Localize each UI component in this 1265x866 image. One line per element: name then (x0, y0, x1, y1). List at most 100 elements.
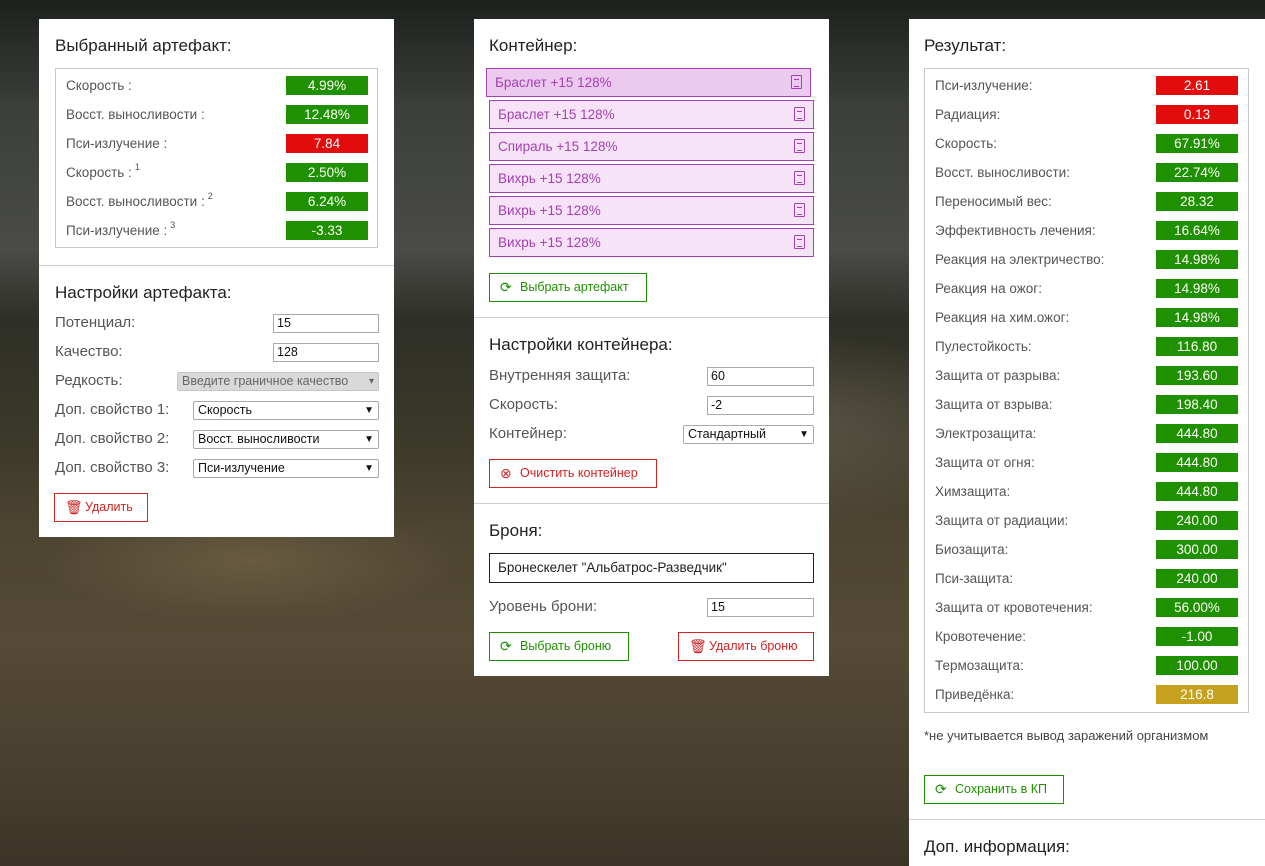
refresh-icon: ⟳ (500, 638, 512, 654)
potential-input[interactable]: 15 (273, 314, 379, 333)
chevron-down-icon: ▼ (364, 463, 374, 474)
refresh-icon: ⟳ (935, 781, 947, 797)
save-to-kp-button[interactable]: ⟳ Сохранить в КП (924, 775, 1064, 804)
rarity-select[interactable]: Введите граничное качество ▾ (177, 372, 379, 391)
delete-artifact-button[interactable]: 🗑 Удалить (54, 493, 148, 522)
rarity-label: Редкость: (55, 372, 123, 389)
container-type-select[interactable]: Стандартный ▼ (683, 425, 814, 444)
artifact-stat-label: Скорость :1 (66, 162, 140, 180)
speed-label: Скорость: (489, 396, 558, 413)
result-stat-label: Реакция на ожог: (935, 281, 1042, 296)
result-stat-value: 14.98% (1156, 279, 1238, 298)
result-stat-value: 240.00 (1156, 511, 1238, 530)
container-item[interactable]: Спираль +15 128% (489, 132, 814, 161)
container-item[interactable]: Вихрь +15 128% (489, 164, 814, 193)
result-stat-value: 116.80 (1156, 337, 1238, 356)
result-stat-value: 193.60 (1156, 366, 1238, 385)
artifact-stat-value: 4.99% (286, 76, 368, 95)
result-stat-label: Реакция на хим.ожог: (935, 310, 1070, 325)
result-stat-value: 16.64% (1156, 221, 1238, 240)
artifact-stat-value: 2.50% (286, 163, 368, 182)
inner-protection-label: Внутренняя защита: (489, 367, 631, 384)
extra2-select-value: Восст. выносливости (198, 432, 320, 446)
refresh-icon: ⟳ (500, 279, 512, 295)
result-stat-value: 56.00% (1156, 598, 1238, 617)
artifact-settings-title: Настройки артефакта: (55, 283, 232, 302)
speed-input[interactable]: -2 (707, 396, 814, 415)
container-item[interactable]: Браслет +15 128% (489, 100, 814, 129)
artifact-panel: Выбранный артефакт: Скорость : 4.99% Восст… (39, 19, 394, 537)
quality-label: Качество: (55, 343, 123, 360)
inner-protection-input[interactable]: 60 (707, 367, 814, 386)
artifact-stat-label: Пси-излучение : (66, 136, 168, 151)
clear-container-button[interactable]: ⊗ Очистить контейнер (489, 459, 657, 488)
container-item[interactable]: Вихрь +15 128% (489, 196, 814, 225)
result-stat-label: Пулестойкость: (935, 339, 1032, 354)
result-stat-label: Химзащита: (935, 484, 1011, 499)
document-icon[interactable] (794, 107, 805, 121)
result-stat-value: 14.98% (1156, 250, 1238, 269)
extra3-label: Доп. свойство 3: (55, 459, 170, 476)
result-stat-value: -1.00 (1156, 627, 1238, 646)
delete-armor-label: Удалить броню (709, 639, 798, 653)
divider (39, 265, 394, 266)
clear-container-label: Очистить контейнер (520, 466, 638, 480)
result-stat-label: Пси-излучение: (935, 78, 1033, 93)
result-stat-label: Электрозащита: (935, 426, 1037, 441)
document-icon[interactable] (794, 139, 805, 153)
result-stat-label: Переносимый вес: (935, 194, 1052, 209)
chevron-down-icon: ▼ (799, 429, 809, 440)
rarity-select-value: Введите граничное качество (182, 374, 349, 388)
extra2-select[interactable]: Восст. выносливости ▼ (193, 430, 379, 449)
artifact-stat-value: 7.84 (286, 134, 368, 153)
container-item[interactable]: Браслет +15 128% (486, 68, 811, 97)
extra1-select[interactable]: Скорость ▼ (193, 401, 379, 420)
extra3-select[interactable]: Пси-излучение ▼ (193, 459, 379, 478)
container-item-label: Вихрь +15 128% (498, 203, 601, 218)
artifact-title: Выбранный артефакт: (55, 36, 232, 55)
delete-armor-button[interactable]: 🗑 Удалить броню (678, 632, 814, 661)
document-icon[interactable] (794, 203, 805, 217)
chevron-down-icon: ▾ (368, 376, 374, 387)
result-stat-label: Пси-защита: (935, 571, 1014, 586)
quality-input[interactable]: 128 (273, 343, 379, 362)
document-icon[interactable] (791, 75, 802, 89)
result-stat-value: 216.8 (1156, 685, 1238, 704)
result-stat-value: 300.00 (1156, 540, 1238, 559)
result-stat-value: 444.80 (1156, 424, 1238, 443)
container-item-label: Спираль +15 128% (498, 139, 618, 154)
result-stat-value: 14.98% (1156, 308, 1238, 327)
artifact-stat-label: Восст. выносливости :2 (66, 191, 213, 209)
result-note: *не учитывается вывод заражений организм… (924, 728, 1209, 743)
document-icon[interactable] (794, 235, 805, 249)
result-stat-value: 2.61 (1156, 76, 1238, 95)
result-stat-label: Скорость: (935, 136, 998, 151)
result-stat-value: 198.40 (1156, 395, 1238, 414)
container-item[interactable]: Вихрь +15 128% (489, 228, 814, 257)
document-icon[interactable] (794, 171, 805, 185)
chevron-down-icon: ▼ (364, 405, 374, 416)
cancel-circle-icon: ⊗ (500, 465, 512, 481)
potential-label: Потенциал: (55, 314, 136, 331)
container-type-value: Стандартный (688, 427, 766, 441)
choose-armor-button[interactable]: ⟳ Выбрать броню (489, 632, 629, 661)
result-stat-label: Приведёнка: (935, 687, 1015, 702)
extra-info-title: Доп. информация: (924, 837, 1070, 856)
artifact-stat-value: 12.48% (286, 105, 368, 124)
choose-artifact-label: Выбрать артефакт (520, 280, 629, 294)
result-stat-label: Защита от огня: (935, 455, 1035, 470)
armor-level-input[interactable]: 15 (707, 598, 814, 617)
result-stat-value: 67.91% (1156, 134, 1238, 153)
container-item-label: Вихрь +15 128% (498, 171, 601, 186)
armor-name-field[interactable]: Бронескелет "Альбатрос-Разведчик" (489, 553, 814, 583)
divider (474, 317, 829, 318)
artifact-stat-label: Пси-излучение :3 (66, 220, 176, 238)
artifact-stat-label: Скорость : (66, 78, 132, 93)
trash-icon: 🗑 (65, 499, 83, 515)
result-stat-label: Радиация: (935, 107, 1001, 122)
result-stat-label: Восст. выносливости: (935, 165, 1070, 180)
result-stat-label: Эффективность лечения: (935, 223, 1096, 238)
choose-artifact-button[interactable]: ⟳ Выбрать артефакт (489, 273, 647, 302)
container-item-label: Браслет +15 128% (498, 107, 615, 122)
extra1-label: Доп. свойство 1: (55, 401, 170, 418)
